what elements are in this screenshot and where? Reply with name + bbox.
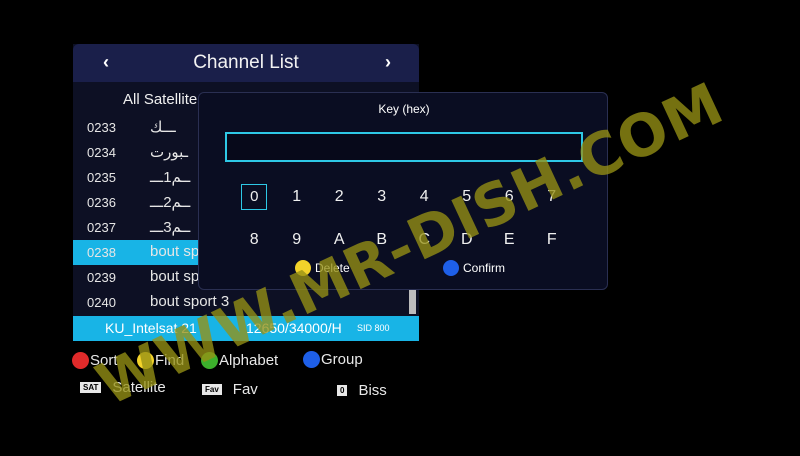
key-d[interactable]: D	[446, 218, 489, 261]
page-title: Channel List	[193, 52, 299, 73]
hex-key-input[interactable]	[225, 132, 583, 162]
transponder-value: 12650/34000/H	[246, 320, 342, 336]
channel-name: bout sp	[150, 243, 200, 260]
key-4[interactable]: 4	[403, 175, 446, 218]
satellite-label: Satellite	[112, 379, 166, 396]
color-key-legend: Sort Find Alphabet Group SAT Satellite F…	[72, 350, 472, 410]
channel-number: 0240	[87, 295, 116, 310]
alphabet-label: Alphabet	[219, 352, 279, 369]
biss-button[interactable]: 0 Biss	[337, 382, 387, 399]
key-3[interactable]: 3	[361, 175, 404, 218]
key-b[interactable]: B	[361, 218, 404, 261]
key-7[interactable]: 7	[531, 175, 574, 218]
channel-number: 0234	[87, 145, 116, 160]
transponder-info-bar: KU_Intelsat 21 12650/34000/H SID 800	[73, 316, 419, 341]
key-1[interactable]: 1	[276, 175, 319, 218]
fav-key-icon: Fav	[202, 384, 222, 395]
delete-button[interactable]: Delete	[295, 260, 350, 276]
satellite-button[interactable]: SAT Satellite	[80, 379, 166, 396]
sort-label: Sort	[90, 352, 118, 369]
sort-button[interactable]: Sort	[72, 352, 118, 369]
key-c[interactable]: C	[403, 218, 446, 261]
confirm-button[interactable]: Confirm	[443, 260, 505, 276]
fav-button[interactable]: Fav Fav	[202, 381, 258, 398]
key-f[interactable]: F	[531, 218, 574, 261]
channel-name: ـــك	[150, 119, 176, 136]
key-hex-dialog: Key (hex) 0 1 2 3 4 5 6 7 8 9 A B C D E …	[198, 92, 608, 290]
blue-dot-icon	[303, 351, 320, 368]
delete-label: Delete	[315, 261, 350, 275]
key-5[interactable]: 5	[446, 175, 489, 218]
key-2[interactable]: 2	[318, 175, 361, 218]
biss-label: Biss	[358, 382, 387, 399]
channel-number: 0239	[87, 270, 116, 285]
yellow-dot-icon	[137, 352, 154, 369]
channel-number: 0238	[87, 245, 116, 260]
fav-label: Fav	[232, 381, 258, 398]
chevron-left-icon[interactable]: ‹	[103, 52, 109, 73]
chevron-right-icon[interactable]: ›	[385, 52, 391, 73]
zero-key-icon: 0	[337, 385, 348, 396]
channel-name: bout sport 3	[150, 293, 230, 310]
service-id: SID 800	[357, 323, 390, 333]
satellite-name: KU_Intelsat 21	[105, 320, 197, 336]
group-button[interactable]: Group	[303, 351, 363, 368]
key-6[interactable]: 6	[488, 175, 531, 218]
channel-list-header: ‹ Channel List ›	[73, 44, 419, 82]
group-label: Group	[321, 351, 363, 368]
key-label: 0	[241, 183, 268, 210]
blue-dot-icon	[443, 260, 459, 276]
channel-name: ــم1ـــ	[150, 169, 191, 186]
yellow-dot-icon	[295, 260, 311, 276]
key-9[interactable]: 9	[276, 218, 319, 261]
key-a[interactable]: A	[318, 218, 361, 261]
channel-name: bout sp	[150, 268, 200, 285]
channel-name: ــم2ـــ	[150, 194, 191, 211]
dialog-title: Key (hex)	[378, 102, 430, 116]
channel-name: ــم3ـــ	[150, 219, 191, 236]
alphabet-button[interactable]: Alphabet	[201, 352, 278, 369]
key-8[interactable]: 8	[233, 218, 276, 261]
key-0[interactable]: 0	[233, 175, 276, 218]
confirm-label: Confirm	[463, 261, 506, 275]
green-dot-icon	[201, 352, 218, 369]
sat-key-icon: SAT	[80, 382, 102, 393]
channel-number: 0237	[87, 220, 116, 235]
channel-name: ـبورت	[150, 144, 189, 161]
channel-number: 0236	[87, 195, 116, 210]
key-e[interactable]: E	[488, 218, 531, 261]
satellite-title: All Satellite	[123, 91, 198, 108]
channel-number: 0235	[87, 170, 116, 185]
find-button[interactable]: Find	[137, 352, 184, 369]
find-label: Find	[155, 352, 185, 369]
channel-row[interactable]: 0240 bout sport 3	[73, 290, 406, 315]
hex-keypad: 0 1 2 3 4 5 6 7 8 9 A B C D E F	[233, 175, 573, 261]
channel-number: 0233	[87, 120, 116, 135]
red-dot-icon	[72, 352, 89, 369]
